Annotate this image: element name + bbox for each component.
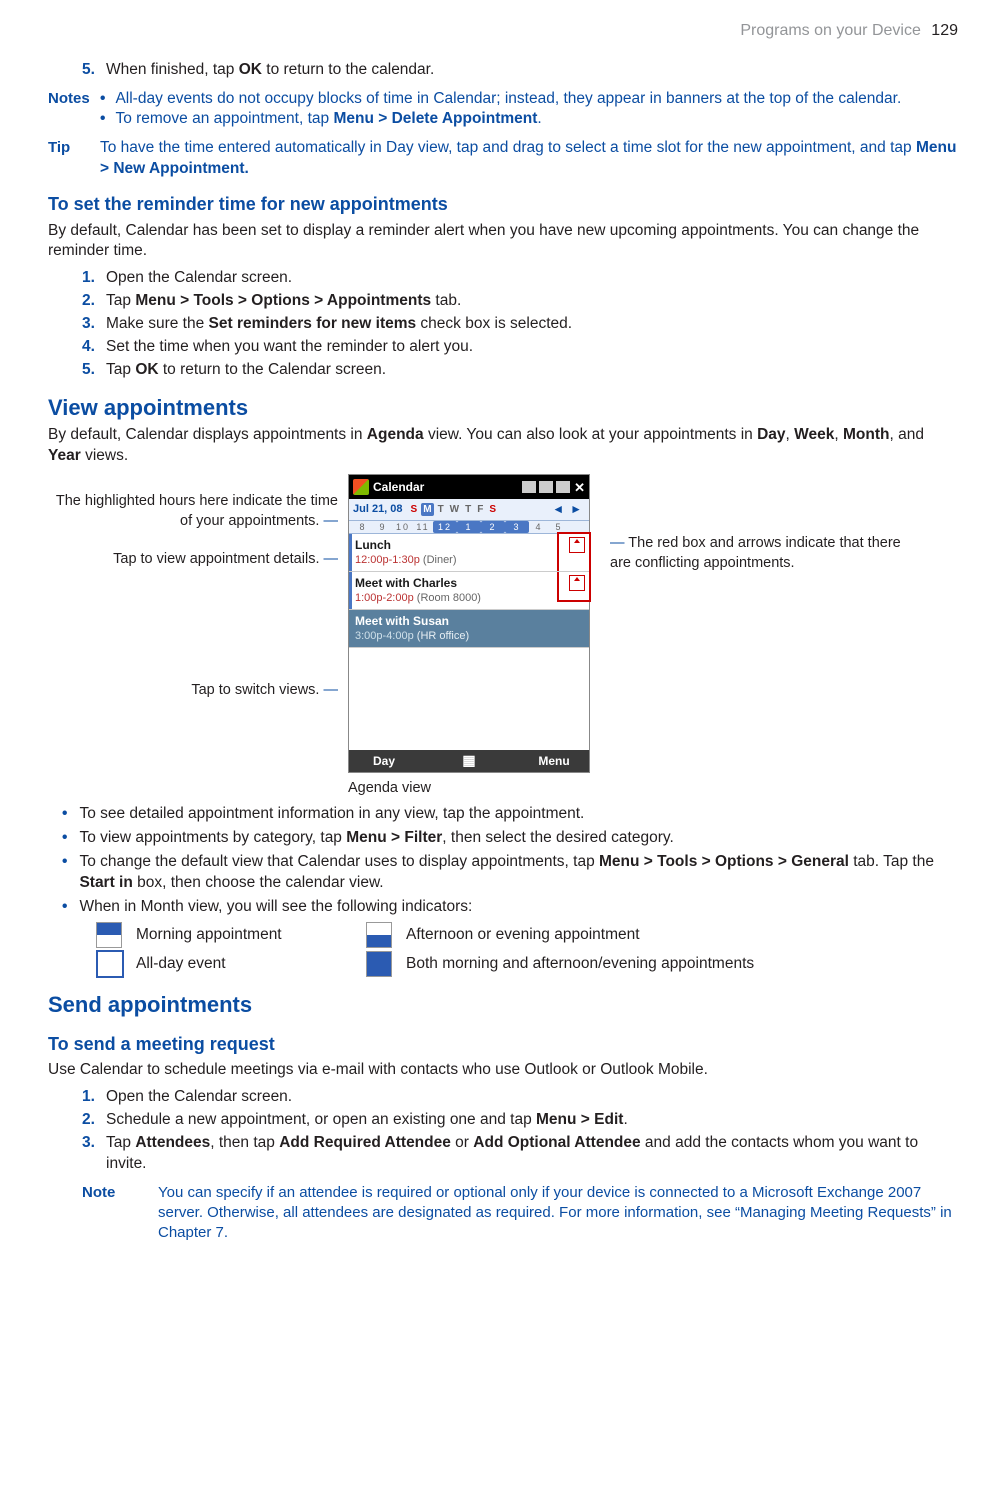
step-text: Open the Calendar screen. bbox=[106, 1087, 292, 1108]
bullet-text: When in Month view, you will see the fol… bbox=[79, 897, 958, 918]
allday-indicator-icon bbox=[96, 950, 124, 978]
note-text: All-day events do not occupy blocks of t… bbox=[115, 89, 901, 110]
connectivity-icon bbox=[522, 481, 536, 493]
heading-view: View appointments bbox=[48, 393, 958, 423]
start-icon bbox=[353, 479, 369, 495]
running-header: Programs on your Device 129 bbox=[48, 20, 958, 42]
phone-title-bar: Calendar ✕ bbox=[349, 475, 589, 499]
indicator-legend: Morning appointment Afternoon or evening… bbox=[96, 922, 958, 978]
appointment-item-selected: Meet with Susan 3:00p-4:00p (HR office) bbox=[349, 610, 589, 648]
date-text: Jul 21, 08 bbox=[353, 502, 403, 517]
step-number: 5. bbox=[82, 60, 106, 81]
bullet-icon: • bbox=[62, 852, 67, 894]
bullet-icon: • bbox=[62, 828, 67, 849]
day-of-week-strip: S M T W T F S bbox=[409, 503, 498, 517]
volume-icon bbox=[556, 481, 570, 493]
notes-block: Notes • All-day events do not occupy bloc… bbox=[48, 89, 958, 131]
appointment-list: Lunch 12:00p-1:30p (Diner) Meet with Cha… bbox=[349, 534, 589, 648]
hour-strip: 8910111212345 bbox=[349, 521, 589, 534]
note-label: Note bbox=[82, 1183, 158, 1244]
indicator-label: Both morning and afternoon/evening appoi… bbox=[406, 954, 958, 975]
step-text: Tap Attendees, then tap Add Required Att… bbox=[106, 1133, 958, 1175]
next-arrow-icon: ► bbox=[567, 501, 585, 517]
agenda-figure: The highlighted hours here indicate the … bbox=[48, 474, 958, 772]
softkey-center-icon: ▦ bbox=[419, 751, 519, 770]
paragraph: By default, Calendar displays appointmen… bbox=[48, 425, 958, 467]
indicator-label: All-day event bbox=[136, 954, 366, 975]
right-callouts: — The red box and arrows indicate that t… bbox=[590, 474, 910, 573]
step-text: Schedule a new appointment, or open an e… bbox=[106, 1110, 628, 1131]
step-text: Set the time when you want the reminder … bbox=[106, 337, 473, 358]
indicator-label: Morning appointment bbox=[136, 925, 366, 946]
callout-appointment-details: Tap to view appointment details. — bbox=[48, 550, 338, 570]
step-text: When finished, tap OK to return to the c… bbox=[106, 60, 434, 81]
callout-conflict: — The red box and arrows indicate that t… bbox=[610, 534, 910, 573]
paragraph: Use Calendar to schedule meetings via e-… bbox=[48, 1060, 958, 1081]
date-header: Jul 21, 08 S M T W T F S ◄ ► bbox=[349, 499, 589, 520]
view-bullets: • To see detailed appointment information… bbox=[62, 804, 958, 918]
left-callouts: The highlighted hours here indicate the … bbox=[48, 474, 348, 718]
indicator-label: Afternoon or evening appointment bbox=[406, 925, 958, 946]
morning-indicator-icon bbox=[96, 922, 122, 948]
both-indicator-icon bbox=[366, 951, 392, 977]
bullet-text: To view appointments by category, tap Me… bbox=[79, 828, 958, 849]
phone-screenshot: Calendar ✕ Jul 21, 08 S M T W T F S ◄ ► … bbox=[348, 474, 590, 772]
notes-body: • All-day events do not occupy blocks of … bbox=[100, 89, 958, 131]
softkey-right: Menu bbox=[519, 753, 589, 769]
send-steps: 1.Open the Calendar screen. 2.Schedule a… bbox=[82, 1087, 958, 1175]
tip-body: To have the time entered automatically i… bbox=[100, 138, 958, 180]
softkey-left: Day bbox=[349, 753, 419, 769]
paragraph: By default, Calendar has been set to dis… bbox=[48, 221, 958, 263]
figure-caption: Agenda view bbox=[348, 779, 958, 799]
tip-block: Tip To have the time entered automatical… bbox=[48, 138, 958, 180]
reminder-steps: 1.Open the Calendar screen. 2.Tap Menu >… bbox=[82, 268, 958, 381]
section-title: Programs on your Device bbox=[740, 22, 921, 39]
step-text: Make sure the Set reminders for new item… bbox=[106, 314, 572, 335]
inner-note-block: Note You can specify if an attendee is r… bbox=[82, 1183, 958, 1244]
step-text: Open the Calendar screen. bbox=[106, 268, 292, 289]
heading-send: Send appointments bbox=[48, 990, 958, 1020]
page-number: 129 bbox=[931, 22, 958, 39]
soft-key-bar: Day ▦ Menu bbox=[349, 750, 589, 772]
signal-icon bbox=[539, 481, 553, 493]
appointment-item: Lunch 12:00p-1:30p (Diner) bbox=[349, 534, 589, 572]
note-body: You can specify if an attendee is requir… bbox=[158, 1183, 958, 1244]
step-5: 5. When finished, tap OK to return to th… bbox=[82, 60, 958, 81]
step-list-top: 5. When finished, tap OK to return to th… bbox=[82, 60, 958, 81]
callout-switch-views: Tap to switch views. — bbox=[48, 681, 338, 701]
note-text: To remove an appointment, tap Menu > Del… bbox=[115, 109, 541, 130]
conflict-icon bbox=[569, 537, 585, 553]
bullet-text: To see detailed appointment information … bbox=[79, 804, 958, 825]
close-icon: ✕ bbox=[574, 479, 585, 497]
afternoon-indicator-icon bbox=[366, 922, 392, 948]
conflict-icon bbox=[569, 575, 585, 591]
bullet-icon: • bbox=[62, 897, 67, 918]
empty-area bbox=[349, 648, 589, 750]
bullet-text: To change the default view that Calendar… bbox=[79, 852, 958, 894]
notes-label: Notes bbox=[48, 89, 100, 131]
heading-reminder: To set the reminder time for new appoint… bbox=[48, 192, 958, 216]
app-title: Calendar bbox=[373, 479, 424, 495]
prev-arrow-icon: ◄ bbox=[549, 501, 567, 517]
step-text: Tap Menu > Tools > Options > Appointment… bbox=[106, 291, 461, 312]
appointment-item: Meet with Charles 1:00p-2:00p (Room 8000… bbox=[349, 572, 589, 610]
step-text: Tap OK to return to the Calendar screen. bbox=[106, 360, 386, 381]
bullet-icon: • bbox=[100, 89, 105, 110]
callout-highlighted-hours: The highlighted hours here indicate the … bbox=[48, 492, 338, 531]
heading-send-request: To send a meeting request bbox=[48, 1032, 958, 1056]
tip-label: Tip bbox=[48, 138, 100, 180]
bullet-icon: • bbox=[62, 804, 67, 825]
bullet-icon: • bbox=[100, 109, 105, 130]
